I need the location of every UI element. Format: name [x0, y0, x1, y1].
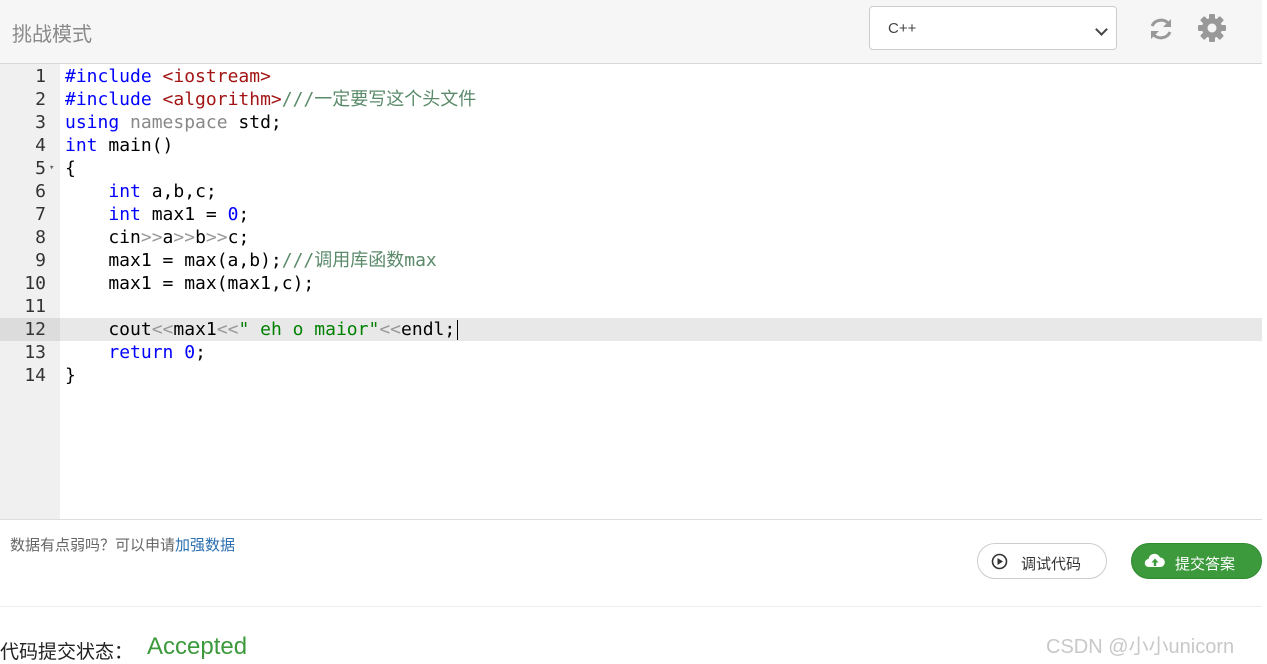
code-line[interactable]: 7 int max1 = 0; — [0, 203, 1262, 226]
data-hint: 数据有点弱吗？可以申请加强数据 — [10, 534, 235, 555]
code-text: return 0; — [108, 342, 206, 363]
submit-answer-label: 提交答案 — [1175, 556, 1236, 573]
line-number: 6 — [35, 181, 46, 202]
code-line[interactable]: 5 ▾ { — [0, 157, 1262, 180]
line-number: 14 — [24, 365, 46, 386]
submit-status-value: Accepted — [147, 633, 248, 660]
fold-toggle-icon[interactable]: ▾ — [49, 157, 54, 180]
code-text: max1 = max(a,b);///调用库函数max — [65, 250, 437, 271]
code-text: #include <algorithm>///一定要写这个头文件 — [65, 89, 477, 110]
code-text: cout<<max1<<" eh o maior"<<endl; — [65, 318, 459, 341]
line-number: 5 — [35, 158, 46, 179]
code-line[interactable]: 6 int a,b,c; — [0, 180, 1262, 203]
code-line[interactable]: 4 int main() — [0, 134, 1262, 157]
code-line[interactable]: 1 #include <iostream> — [0, 65, 1262, 88]
toolbar: 挑战模式 C++ — [0, 0, 1262, 64]
line-number: 9 — [35, 250, 46, 271]
line-number: 12 — [24, 319, 46, 340]
code-line[interactable]: 14} — [0, 364, 1262, 387]
language-select-value: C++ — [888, 20, 917, 37]
gear-icon[interactable] — [1196, 12, 1228, 44]
debug-code-label: 调试代码 — [1021, 556, 1082, 573]
text-cursor — [457, 320, 459, 340]
code-text: cin>>a>>b>>c; — [65, 227, 250, 248]
code-line[interactable]: 9 max1 = max(a,b);///调用库函数max — [0, 249, 1262, 272]
code-text: int a,b,c; — [108, 181, 217, 202]
watermark: CSDN @小小unicorn — [1046, 636, 1235, 658]
language-select[interactable]: C++ — [869, 6, 1117, 50]
cloud-upload-icon — [1144, 553, 1165, 568]
line-number: 2 — [35, 89, 46, 110]
code-line[interactable]: 8 cin>>a>>b>>c; — [0, 226, 1262, 249]
hint-text: 数据有点弱吗？可以申请 — [10, 537, 176, 554]
line-number: 3 — [35, 112, 46, 133]
play-icon — [991, 553, 1008, 570]
submit-answer-button[interactable]: 提交答案 — [1131, 543, 1262, 579]
code-editor[interactable]: 1 #include <iostream> 2 #include <algorithm… — [0, 64, 1262, 520]
code-line[interactable]: 11 — [0, 295, 1262, 318]
code-line[interactable]: 2 #include <algorithm>///一定要写这个头文件 — [0, 88, 1262, 111]
page-title: 挑战模式 — [12, 24, 92, 46]
code-line[interactable]: 10 max1 = max(max1,c); — [0, 272, 1262, 295]
code-text: using namespace std; — [65, 112, 282, 133]
code-text: max1 = max(max1,c); — [65, 273, 315, 294]
line-number: 11 — [24, 296, 46, 317]
line-number: 1 — [35, 66, 46, 87]
debug-code-button[interactable]: 调试代码 — [977, 543, 1107, 579]
line-number: 10 — [24, 273, 46, 294]
submit-status-label: 代码提交状态： — [0, 642, 134, 663]
divider — [0, 606, 1262, 607]
refresh-icon[interactable] — [1147, 15, 1175, 43]
code-line[interactable]: 12 cout<<max1<<" eh o maior"<<endl; — [0, 318, 1262, 341]
code-text: } — [65, 365, 76, 386]
code-text: int main() — [65, 135, 174, 156]
line-number: 4 — [35, 135, 46, 156]
strengthen-data-link[interactable]: 加强数据 — [175, 537, 235, 554]
code-text: { — [65, 158, 76, 179]
line-number: 7 — [35, 204, 46, 225]
code-line[interactable]: 13 return 0; — [0, 341, 1262, 364]
line-number: 8 — [35, 227, 46, 248]
code-line[interactable]: 3 using namespace std; — [0, 111, 1262, 134]
code-text: #include <iostream> — [65, 66, 271, 87]
chevron-down-icon — [1095, 23, 1108, 36]
line-number: 13 — [24, 342, 46, 363]
code-text: int max1 = 0; — [108, 204, 250, 225]
